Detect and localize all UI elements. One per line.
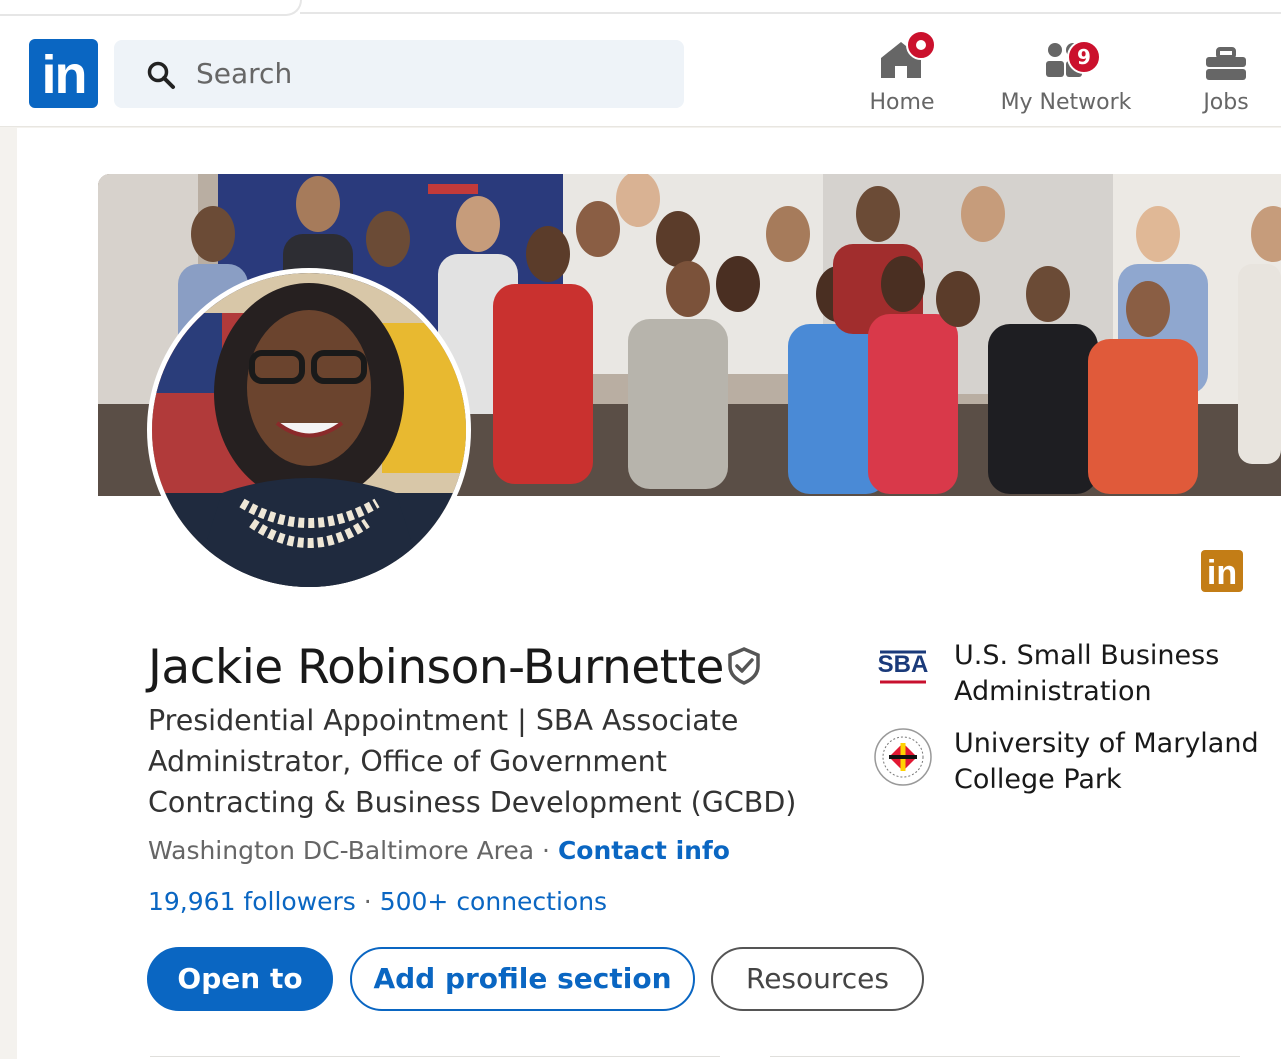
verified-shield-icon[interactable] (724, 646, 764, 686)
linkedin-premium-icon[interactable]: in (1201, 550, 1243, 592)
open-to-button[interactable]: Open to (147, 947, 333, 1011)
browser-divider (300, 12, 1281, 14)
profile-location-line: Washington DC-Baltimore Area · Contact i… (148, 836, 730, 865)
browser-tab-edge (0, 0, 302, 16)
home-notification-dot (906, 30, 936, 60)
search-bar[interactable]: Search (114, 40, 684, 108)
university-seal-icon (874, 728, 932, 786)
section-divider (770, 1056, 1240, 1057)
profile-name: Jackie Robinson-Burnette (148, 640, 724, 695)
profile-photo-image (152, 273, 466, 587)
profile-location: Washington DC-Baltimore Area (148, 836, 535, 865)
nav-item-my-network[interactable]: 9 My Network (996, 30, 1136, 115)
add-profile-section-button[interactable]: Add profile section (350, 947, 695, 1011)
sba-logo-icon: SBA (878, 650, 929, 684)
nav-label-my-network: My Network (1000, 90, 1132, 115)
followers-link[interactable]: 19,961 followers (148, 887, 356, 916)
search-placeholder: Search (196, 57, 293, 90)
nav-label-home: Home (869, 90, 935, 115)
network-notification-badge: 9 (1067, 40, 1101, 74)
profile-stats: 19,961 followers · 500+ connections (148, 887, 607, 916)
briefcase-icon (1206, 47, 1246, 80)
svg-text:SBA: SBA (878, 651, 929, 678)
nav-item-home[interactable]: Home (862, 30, 942, 115)
contact-info-link[interactable]: Contact info (558, 836, 730, 865)
stats-separator: · (363, 887, 380, 916)
nav-label-jobs: Jobs (1203, 90, 1249, 115)
linkedin-logo-icon[interactable]: in (29, 39, 98, 108)
profile-headline: Presidential Appointment | SBA Associate… (148, 704, 797, 819)
section-divider (150, 1056, 720, 1057)
location-separator: · (534, 836, 558, 865)
search-icon (147, 61, 175, 89)
browser-tab-strip (0, 0, 1281, 18)
connections-link[interactable]: 500+ connections (380, 887, 607, 916)
profile-photo[interactable] (147, 268, 471, 592)
org-name-umd: University of Maryland College Park (954, 728, 1259, 795)
top-navigation-bar: in Search Home 9 My Network Jobs (0, 18, 1281, 127)
resources-button[interactable]: Resources (711, 947, 924, 1011)
org-name-sba: U.S. Small Business Administration (954, 640, 1220, 707)
nav-item-jobs[interactable]: Jobs (1196, 30, 1256, 115)
